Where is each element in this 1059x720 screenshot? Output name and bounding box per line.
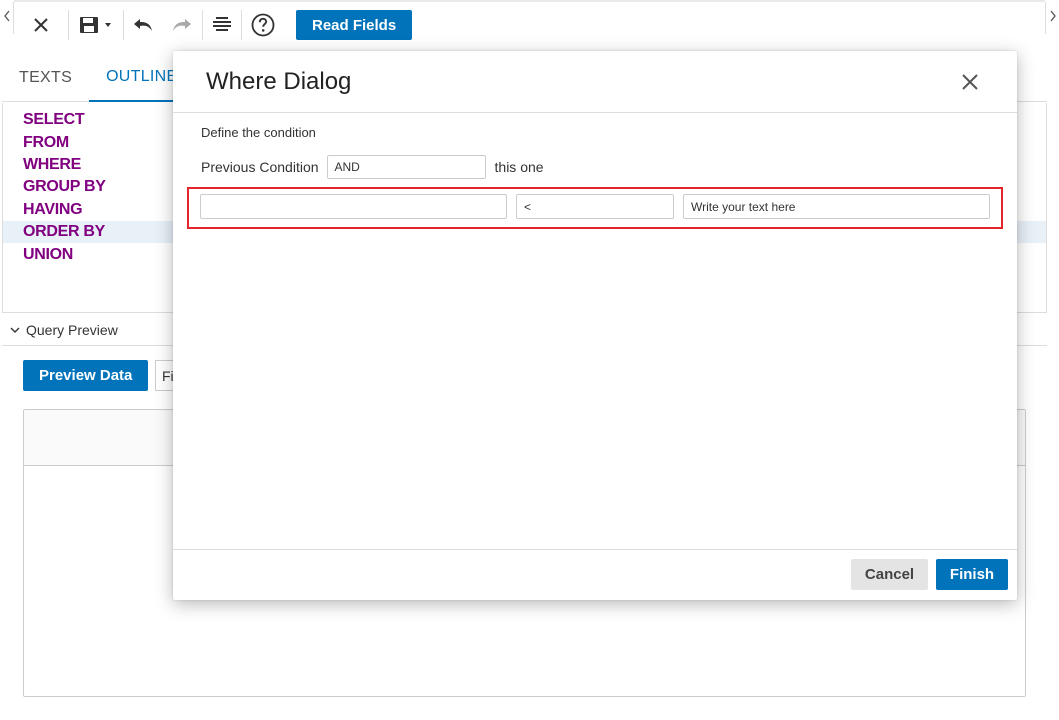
previous-condition-row: Previous Condition AND this one	[201, 155, 544, 179]
dialog-header: Where Dialog	[173, 51, 1017, 113]
dialog-close-button[interactable]	[959, 71, 981, 93]
this-one-label: this one	[494, 159, 544, 175]
collapse-left-arrow[interactable]	[0, 2, 14, 34]
collapse-right-arrow[interactable]	[1045, 2, 1059, 34]
condition-value-input[interactable]: Write your text here	[683, 194, 990, 219]
format-button[interactable]	[203, 7, 241, 43]
read-fields-button[interactable]: Read Fields	[296, 10, 413, 40]
dialog-footer: Cancel Finish	[173, 549, 1017, 600]
previous-condition-label: Previous Condition	[201, 159, 319, 175]
redo-icon	[173, 19, 191, 31]
save-button[interactable]	[69, 7, 123, 43]
condition-row: < Write your text here	[187, 187, 1003, 229]
chevron-left-icon	[3, 10, 10, 22]
condition-field-input[interactable]	[200, 194, 507, 219]
dialog-body: Define the condition Previous Condition …	[173, 113, 1017, 549]
align-center-icon	[213, 17, 231, 31]
dialog-title: Where Dialog	[206, 67, 352, 95]
close-icon	[34, 18, 48, 32]
redo-button[interactable]	[162, 7, 202, 43]
save-icon	[80, 17, 98, 33]
query-preview-label: Query Preview	[26, 321, 118, 338]
cancel-button[interactable]: Cancel	[851, 559, 928, 590]
close-icon	[962, 74, 978, 90]
tab-texts[interactable]: TEXTS	[2, 54, 89, 102]
condition-operator-select[interactable]: <	[516, 194, 674, 219]
close-button[interactable]	[14, 7, 68, 43]
previous-condition-select[interactable]: AND	[326, 155, 486, 179]
undo-button[interactable]	[124, 7, 162, 43]
finish-button[interactable]: Finish	[936, 559, 1008, 590]
help-button[interactable]	[242, 7, 284, 43]
preview-data-button[interactable]: Preview Data	[23, 360, 149, 391]
define-condition-label: Define the condition	[201, 125, 316, 140]
help-icon	[251, 13, 275, 37]
toolbar: Read Fields	[14, 0, 1045, 48]
chevron-down-icon	[10, 327, 20, 333]
undo-icon	[134, 19, 152, 31]
chevron-right-icon	[1049, 10, 1056, 22]
where-dialog: Where Dialog Define the condition Previo…	[173, 51, 1017, 600]
caret-down-icon	[105, 23, 111, 27]
